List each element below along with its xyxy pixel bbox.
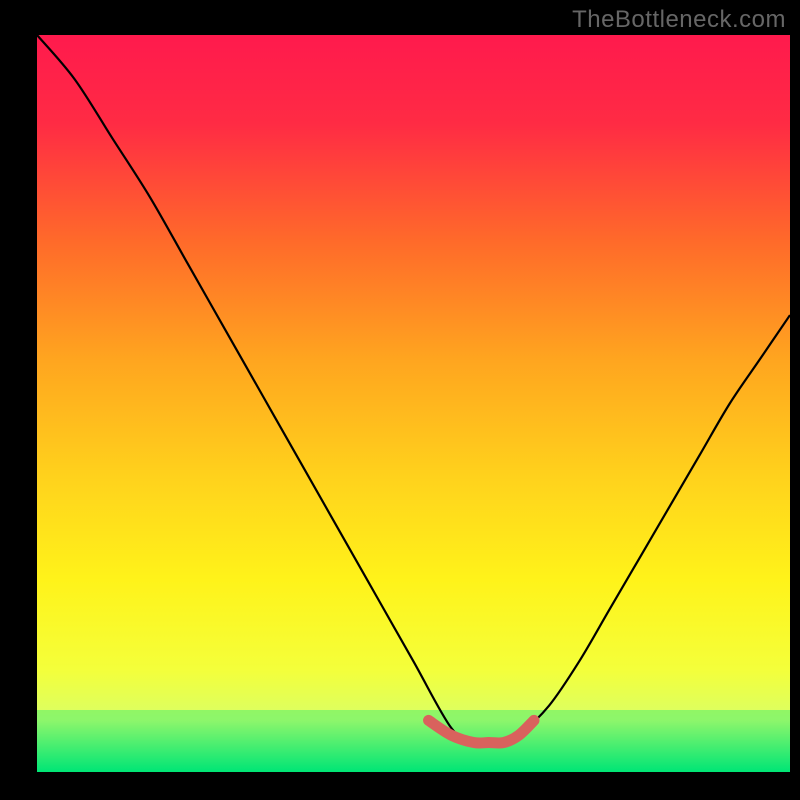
bottleneck-chart — [0, 0, 800, 800]
chart-frame: TheBottleneck.com — [0, 0, 800, 800]
watermark-text: TheBottleneck.com — [572, 6, 786, 34]
optimal-band — [37, 710, 790, 772]
